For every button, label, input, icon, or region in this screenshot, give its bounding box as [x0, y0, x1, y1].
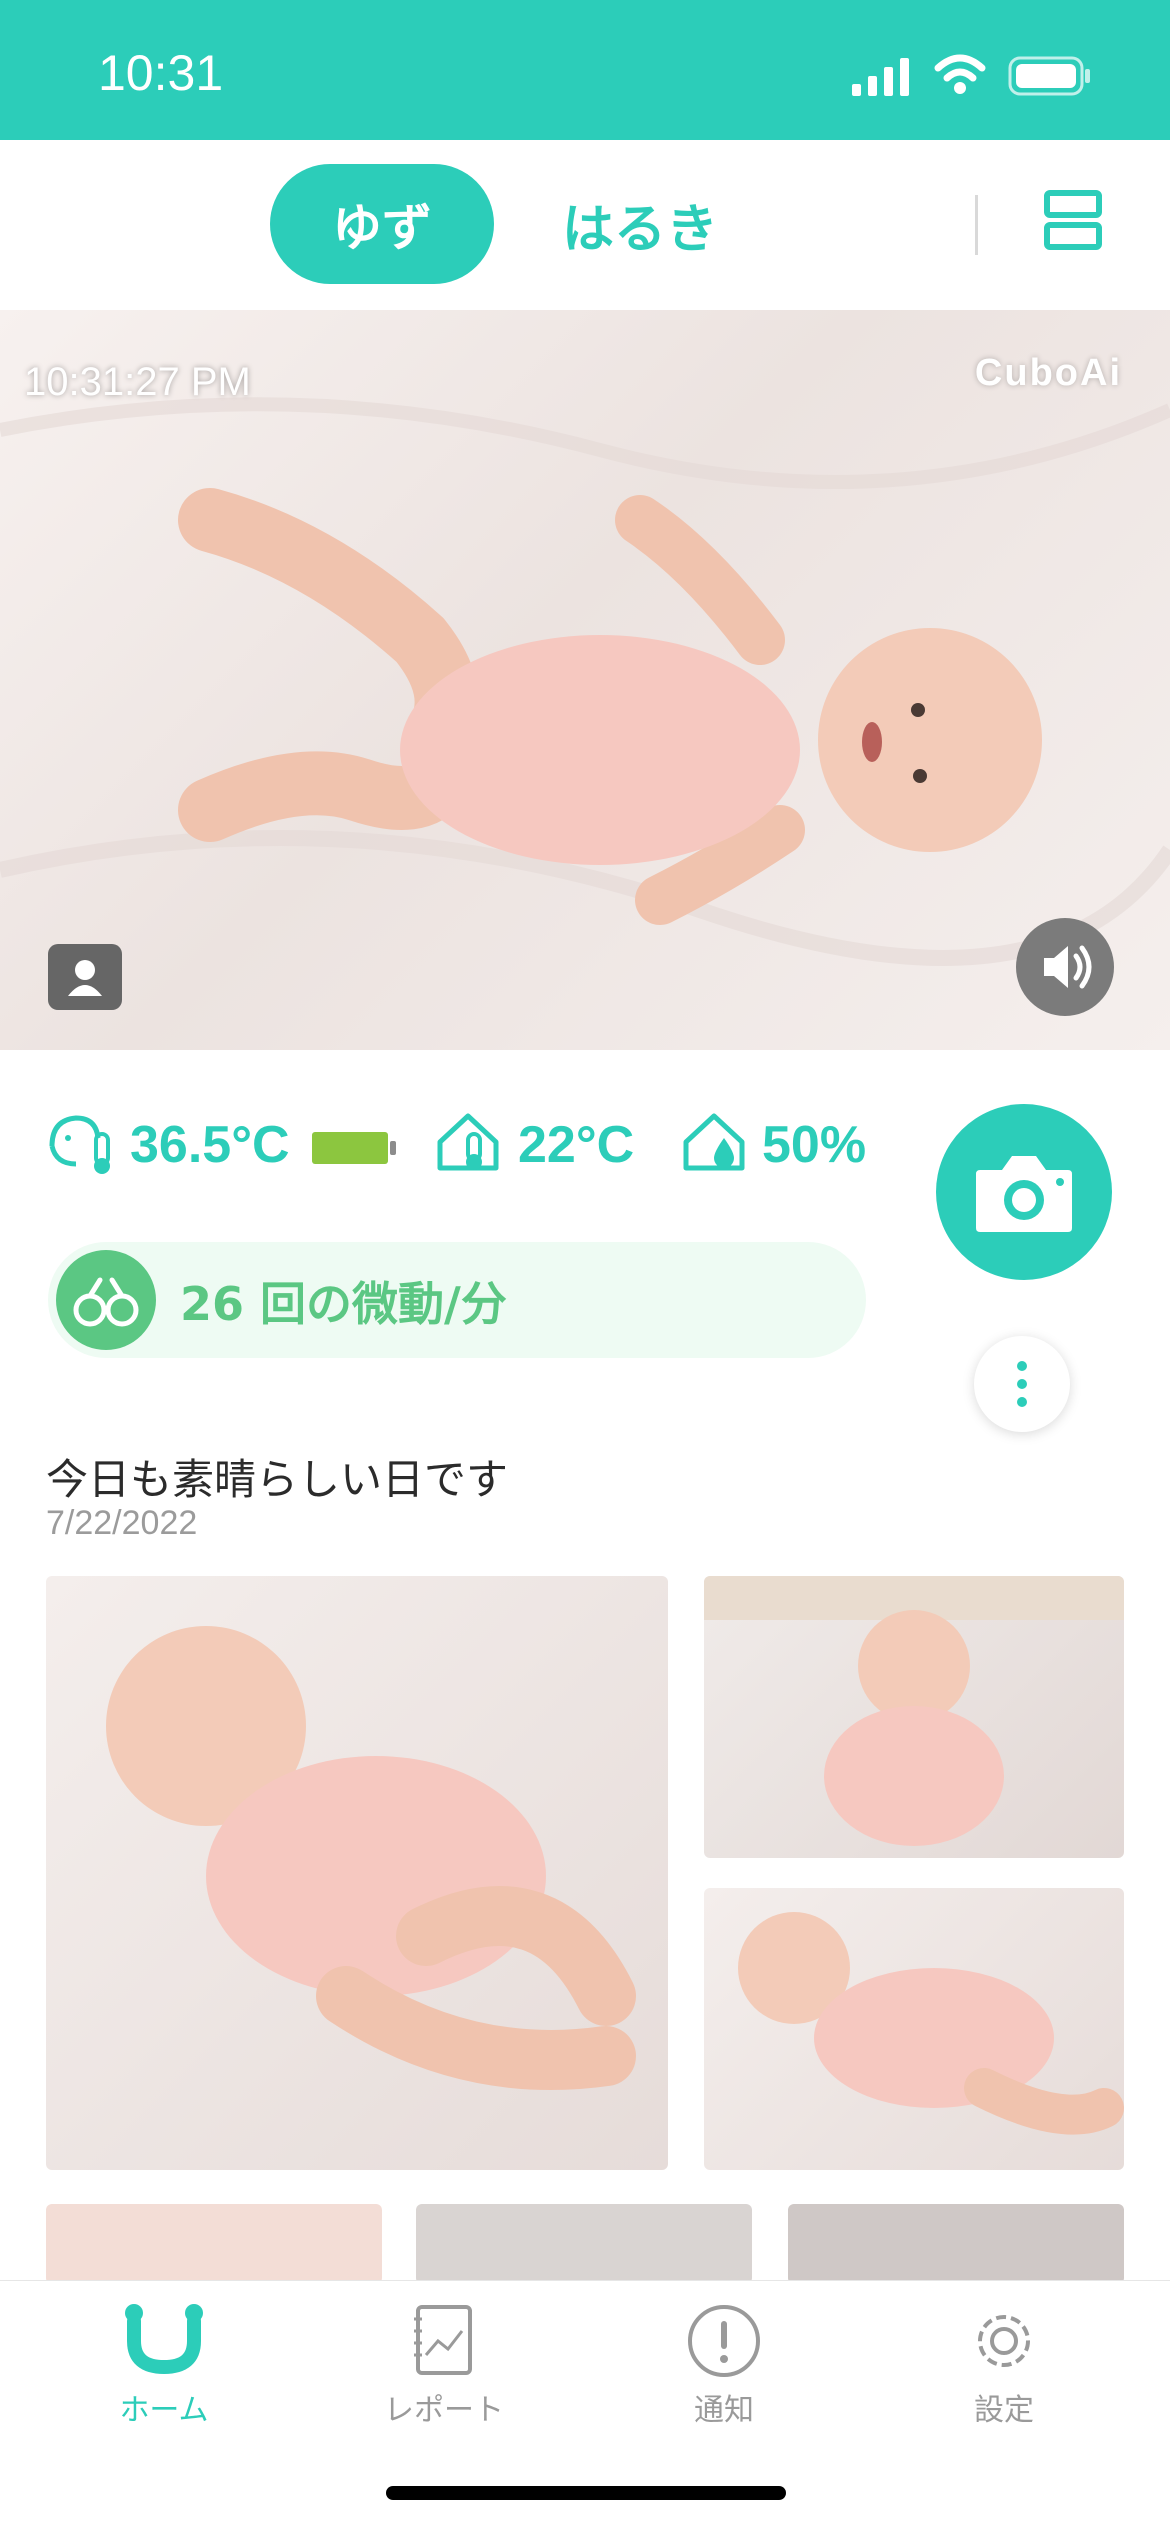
baby-tab-yuzu[interactable]: ゆず [270, 164, 494, 284]
photo-row-2[interactable] [416, 2204, 752, 2284]
motion-count: 26 [180, 1277, 245, 1331]
tab-home-label: ホーム [119, 2393, 209, 2428]
feed-date: 7/22/2022 [46, 1504, 198, 1542]
settings-icon [978, 2315, 1030, 2367]
baby-photo-thumbnail [704, 1576, 1124, 1846]
volume-button[interactable] [1016, 918, 1114, 1016]
baby-photo-illustration [0, 397, 1170, 966]
person-button[interactable] [48, 944, 122, 1010]
notification-icon [688, 2305, 760, 2377]
camera-switcher-header: ゆず はるき [0, 140, 1170, 310]
status-time: 10:31 [98, 45, 224, 101]
photo-large[interactable] [46, 1576, 668, 2170]
home-indicator [386, 2486, 786, 2500]
baby-tab-haruki[interactable]: はるき [540, 164, 740, 284]
tab-report[interactable]: レポート [344, 2301, 544, 2429]
daily-headline: 今日も素晴らしい日です [46, 1455, 509, 1504]
more-vertical-icon [1017, 1361, 1027, 1407]
humidity-value: 50% [762, 1116, 867, 1174]
baby-photo-thumbnail [106, 1626, 636, 2090]
battery-icon [312, 1132, 396, 1164]
person-icon [68, 960, 102, 996]
baby-photo-thumbnail [738, 1912, 1124, 2135]
photo-row-3[interactable] [788, 2204, 1124, 2284]
tab-report-label: レポート [384, 2393, 504, 2428]
status-bar: 10:31 [0, 0, 1170, 140]
tab-home[interactable]: ホーム [64, 2301, 264, 2429]
snapshot-button[interactable] [936, 1104, 1112, 1280]
photo-bottom-right[interactable] [704, 1888, 1124, 2170]
tab-notifications[interactable]: 通知 [624, 2301, 824, 2429]
battery-status-icon [1008, 56, 1090, 96]
baby-temperature-value: 36.5°C [130, 1116, 290, 1174]
tab-settings[interactable]: 設定 [904, 2301, 1104, 2429]
motion-label: 回の微動/分 [260, 1277, 507, 1331]
layout-toggle-icon[interactable] [1044, 190, 1102, 250]
room-temperature-icon [437, 1113, 499, 1171]
motion-indicator[interactable]: 26 回の微動/分 [48, 1242, 866, 1358]
motion-icon [56, 1250, 156, 1350]
home-icon [125, 2304, 203, 2375]
wifi-icon [934, 54, 986, 94]
room-temperature-value: 22°C [518, 1116, 635, 1174]
signal-icon [852, 58, 909, 96]
photo-row-1[interactable] [46, 2204, 382, 2284]
more-options-button[interactable] [974, 1336, 1070, 1432]
speaker-icon [1044, 945, 1092, 989]
motion-text: 26 回の微動/分 [180, 1268, 507, 1334]
camera-live-view[interactable]: 10:31:27 PM CuboAi [0, 310, 1170, 1050]
header-divider [975, 195, 978, 255]
humidity-icon [683, 1113, 745, 1171]
cuboai-logo: CuboAi [974, 352, 1122, 394]
tab-notifications-label: 通知 [694, 2393, 754, 2428]
baby-temperature-icon [49, 1115, 110, 1174]
camera-timestamp: 10:31:27 PM [24, 360, 251, 404]
tab-settings-label: 設定 [974, 2393, 1034, 2428]
photo-top-right[interactable] [704, 1576, 1124, 1858]
camera-icon [976, 1156, 1072, 1232]
report-icon [414, 2305, 472, 2375]
